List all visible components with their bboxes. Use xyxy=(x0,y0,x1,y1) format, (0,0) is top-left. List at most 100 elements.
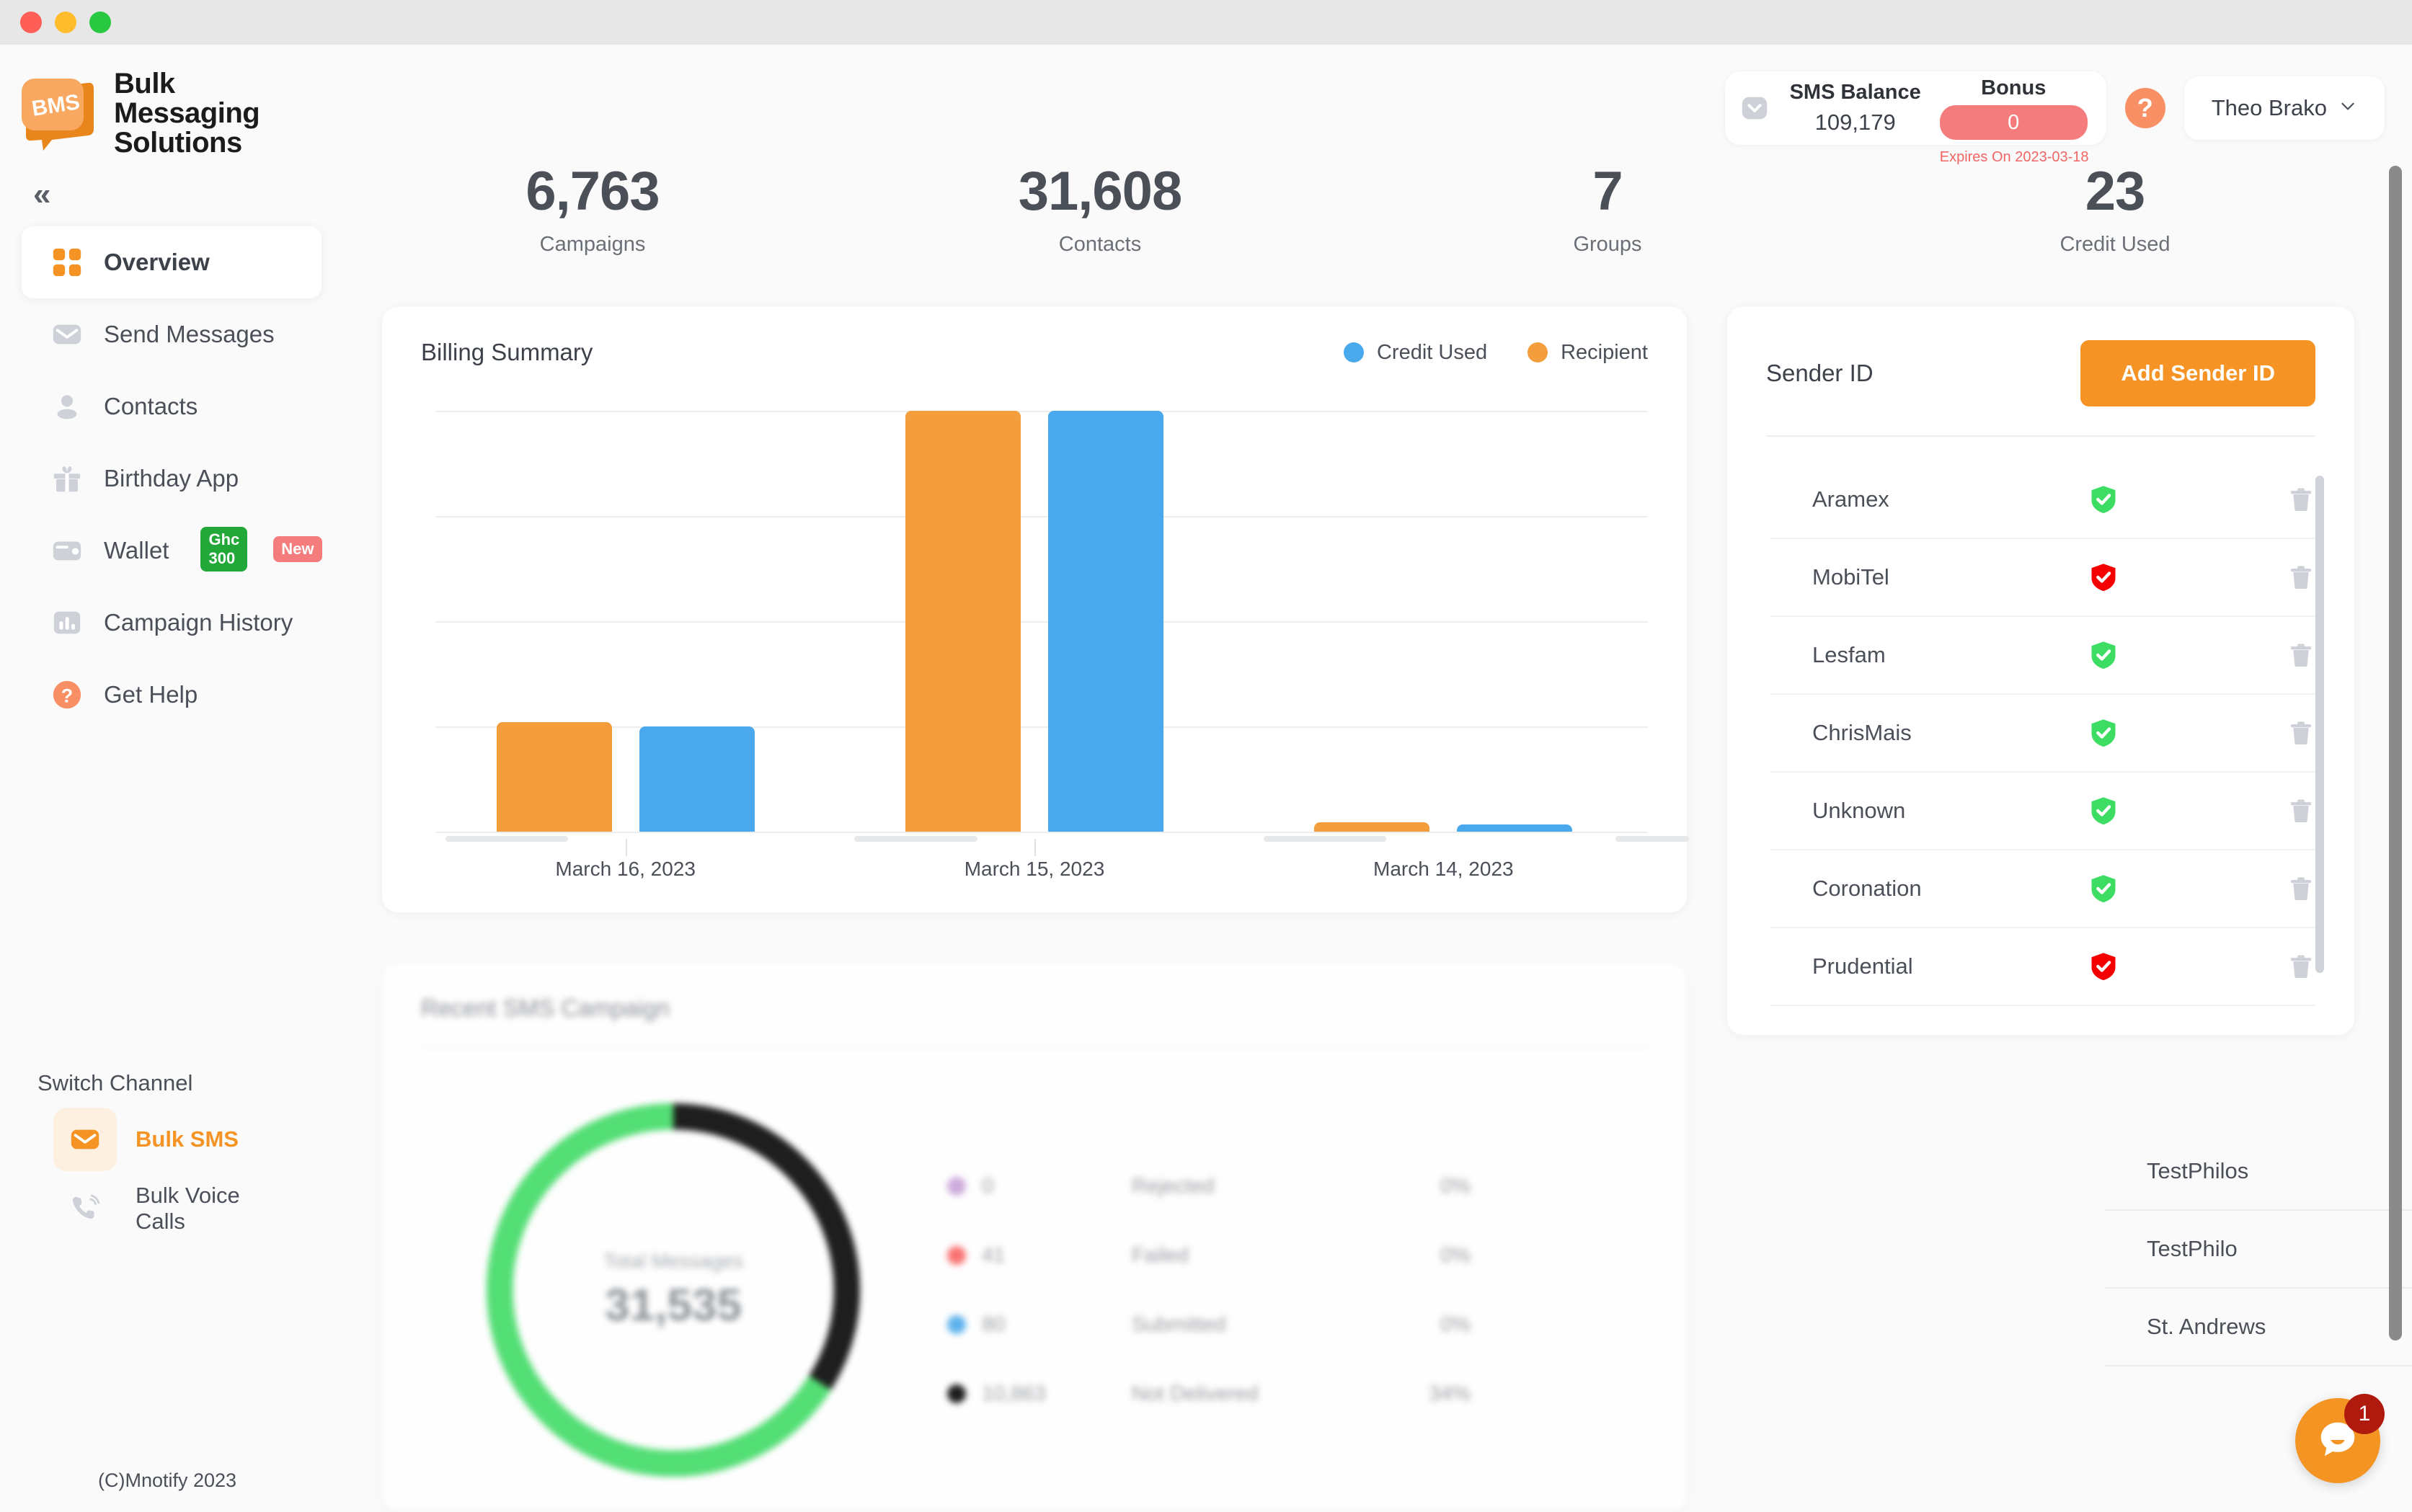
window-titlebar xyxy=(0,0,2412,45)
window-maximize-button[interactable] xyxy=(89,12,111,33)
content-left-column: Billing Summary Credit Used Recipient Ma… xyxy=(382,307,1689,1511)
stat-campaigns: 6,763 Campaigns xyxy=(339,160,846,257)
bar-credit-used[interactable] xyxy=(1047,411,1163,832)
app-shell: BMS Bulk Messaging Solutions « Overview … xyxy=(0,45,2412,1512)
sidebar-nav: Overview Send Messages Contacts Birthday… xyxy=(0,226,339,731)
user-name-label: Theo Brako xyxy=(2211,95,2327,120)
phone-icon xyxy=(53,1177,117,1240)
stat-label: Groups xyxy=(1573,233,1642,256)
delete-icon[interactable] xyxy=(2287,717,2315,749)
sender-id-row: MobiTel xyxy=(1770,539,2315,617)
delete-icon[interactable] xyxy=(2287,951,2315,982)
switch-channel-section: Switch Channel Bulk SMS Bulk Voice Calls xyxy=(37,1070,326,1243)
chevron-down-icon xyxy=(2338,97,2357,120)
sidebar-item-overview[interactable]: Overview xyxy=(22,226,322,299)
sender-id-name: TestPhilo xyxy=(2147,1236,2238,1261)
bar-chart-icon xyxy=(50,606,84,639)
legend-recipient[interactable]: Recipient xyxy=(1528,341,1648,365)
divider xyxy=(421,1046,1648,1048)
sidebar-item-wallet[interactable]: Wallet Ghc 300 New xyxy=(22,515,322,587)
sender-id-row: Lesfam xyxy=(1770,617,2315,695)
bar-recipient[interactable] xyxy=(496,722,612,832)
sender-id-list: Aramex MobiTel Lesfam ChrisMais Unknown Coron… xyxy=(1727,461,2354,1006)
legend-count: 41 xyxy=(982,1243,1006,1267)
channel-item-bulk-voice-calls[interactable]: Bulk Voice Calls xyxy=(37,1174,283,1243)
chat-unread-badge: 1 xyxy=(2344,1394,2385,1434)
delete-icon[interactable] xyxy=(2287,795,2315,827)
sender-id-row: Prudential xyxy=(1770,928,2315,1006)
sidebar-item-get-help[interactable]: ? Get Help xyxy=(22,659,322,731)
brand-name: Bulk Messaging Solutions xyxy=(114,69,260,157)
sender-id-card: Sender ID Add Sender ID Aramex MobiTel Les… xyxy=(1727,307,2354,1035)
legend-color-dot xyxy=(1343,342,1364,363)
legend-status: Not Delivered xyxy=(1132,1382,1259,1405)
delete-icon[interactable] xyxy=(2287,484,2315,515)
shield-status-icon xyxy=(2088,951,2119,982)
legend-status: Rejected xyxy=(1132,1174,1215,1198)
legend-row: 0 Rejected 0% xyxy=(947,1152,1648,1221)
wallet-icon xyxy=(50,534,84,567)
stat-value: 6,763 xyxy=(526,161,660,222)
x-axis-label: March 15, 2023 xyxy=(964,858,1105,880)
bar-credit-used[interactable] xyxy=(1457,824,1573,832)
add-sender-id-button[interactable]: Add Sender ID xyxy=(2080,340,2315,406)
legend-row: 41 Failed 0% xyxy=(947,1221,1648,1290)
footer-copyright: (C)Mnotify 2023 xyxy=(98,1469,237,1491)
question-circle-icon: ? xyxy=(50,678,84,711)
axis-base-mark xyxy=(1615,836,1689,842)
bonus-expiry-text: Expires On 2023-03-18 xyxy=(1939,148,2089,165)
user-menu[interactable]: Theo Brako xyxy=(2183,76,2385,140)
delete-icon[interactable] xyxy=(2287,561,2315,593)
page-scrollbar[interactable] xyxy=(2389,166,2402,1340)
legend-count: 0 xyxy=(982,1174,994,1198)
sidebar-item-label: Birthday App xyxy=(104,465,239,492)
legend-percent: 0% xyxy=(1440,1243,1471,1267)
bar-recipient[interactable] xyxy=(1314,822,1430,832)
sender-list-scrollbar[interactable] xyxy=(2315,476,2324,973)
sender-id-name: Lesfam xyxy=(1812,642,1886,667)
sender-id-title: Sender ID xyxy=(1766,360,1874,386)
axis-base-mark xyxy=(1263,836,1386,842)
chart-bars xyxy=(421,411,1689,856)
stat-label: Contacts xyxy=(1058,233,1142,256)
sender-id-row: Coronation xyxy=(1770,850,2315,928)
chat-widget-button[interactable]: 1 xyxy=(2295,1394,2385,1483)
window-close-button[interactable] xyxy=(20,12,42,33)
delete-icon[interactable] xyxy=(2287,873,2315,904)
chart-x-axis-labels: March 16, 2023 March 15, 2023 March 14, … xyxy=(421,858,1648,881)
sidebar-collapse-icon[interactable]: « xyxy=(33,179,69,210)
brand-logo-block[interactable]: BMS Bulk Messaging Solutions xyxy=(0,59,339,157)
mail-dropdown-icon[interactable] xyxy=(1738,92,1771,125)
sidebar-item-campaign-history[interactable]: Campaign History xyxy=(22,587,322,659)
sender-id-name: MobiTel xyxy=(1812,564,1889,590)
brand-line-1: Bulk xyxy=(114,68,175,99)
x-axis-label: March 14, 2023 xyxy=(1373,858,1514,880)
legend-percent: 34% xyxy=(1428,1382,1471,1405)
window-minimize-button[interactable] xyxy=(55,12,76,33)
delete-icon[interactable] xyxy=(2287,639,2315,671)
shield-status-icon xyxy=(2088,561,2119,593)
bonus-block: Bonus 0 Expires On 2023-03-18 xyxy=(1939,76,2089,165)
shield-status-icon xyxy=(2088,484,2119,515)
bar-recipient[interactable] xyxy=(905,411,1021,832)
sidebar-item-contacts[interactable]: Contacts xyxy=(22,370,322,443)
campaign-body: Total Messages 31,535 0 Rejected 0% 41 F… xyxy=(421,1088,1648,1492)
stat-groups: 7 Groups xyxy=(1354,160,1861,257)
sidebar-item-send-messages[interactable]: Send Messages xyxy=(22,298,322,370)
channel-item-bulk-sms[interactable]: Bulk SMS xyxy=(37,1105,283,1174)
sidebar-item-birthday-app[interactable]: Birthday App xyxy=(22,443,322,515)
wallet-balance-badge: Ghc 300 xyxy=(200,527,248,572)
bar-credit-used[interactable] xyxy=(639,726,755,832)
campaign-legend-table: 0 Rejected 0% 41 Failed 0% 80 Submitted … xyxy=(926,1152,1648,1428)
main-content: SMS Balance 109,179 Bonus 0 Expires On 2… xyxy=(339,45,2412,1512)
top-header: SMS Balance 109,179 Bonus 0 Expires On 2… xyxy=(339,45,2412,172)
help-icon[interactable]: ? xyxy=(2124,88,2165,128)
sidebar-item-label: Send Messages xyxy=(104,321,275,348)
bar-group-march-16 xyxy=(421,411,830,856)
legend-color-dot xyxy=(947,1246,966,1265)
legend-credit-used[interactable]: Credit Used xyxy=(1343,341,1487,365)
brand-line-3: Solutions xyxy=(114,126,242,159)
envelope-icon xyxy=(50,318,84,351)
svg-text:?: ? xyxy=(61,685,73,707)
envelope-icon xyxy=(53,1108,117,1171)
